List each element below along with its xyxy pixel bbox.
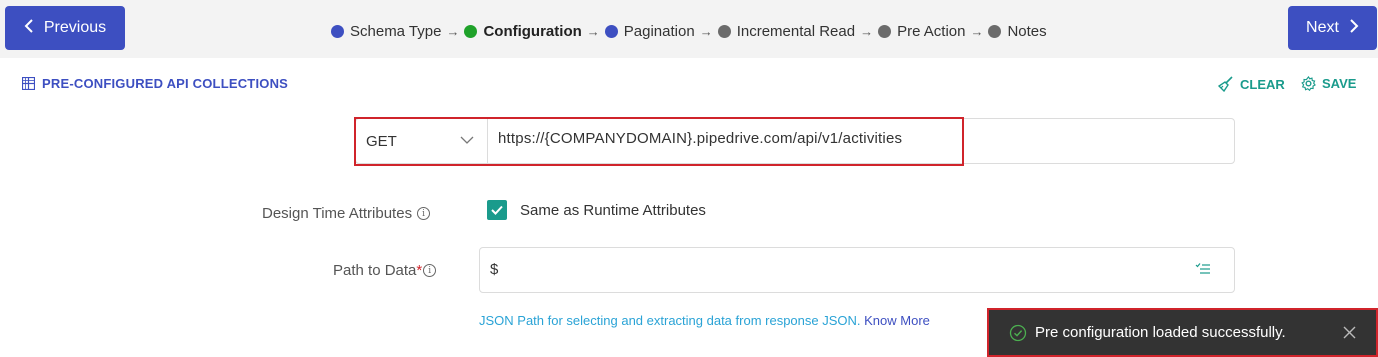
info-icon[interactable]: i [423, 264, 437, 277]
previous-label: Previous [43, 19, 107, 36]
step-arrow: → [699, 23, 713, 39]
http-method-value: GET [366, 132, 397, 150]
gear-icon [1301, 76, 1316, 91]
grid-icon [22, 77, 35, 90]
required-mark: * [416, 262, 423, 279]
step-label: Schema Type [350, 22, 442, 40]
check-circle-icon [1009, 324, 1027, 341]
step-dot [331, 24, 344, 38]
same-as-runtime-label: Same as Runtime Attributes [520, 202, 706, 219]
step-dot [717, 24, 731, 38]
toast-message: Pre configuration loaded successfully. [1035, 324, 1286, 341]
step-notes[interactable]: Notes [988, 22, 1047, 40]
path-to-data-label-text: Path to Data [333, 262, 417, 279]
http-method-select[interactable]: GET [355, 118, 488, 164]
step-label: Pre Action [897, 22, 966, 40]
info-icon[interactable]: i [417, 207, 431, 220]
chevron-right-icon [1349, 18, 1359, 39]
step-arrow: → [860, 23, 874, 39]
clear-button[interactable]: CLEAR [1218, 76, 1285, 92]
same-as-runtime-checkbox[interactable] [487, 200, 507, 220]
path-to-data-input[interactable] [479, 247, 1235, 293]
path-to-data-value: $ [490, 261, 499, 278]
step-pre-action[interactable]: Pre Action [878, 23, 965, 40]
know-more-link[interactable]: Know More [864, 313, 930, 328]
step-dot [604, 24, 618, 38]
step-dot [988, 24, 1002, 38]
chevron-left-icon [24, 18, 34, 39]
url-input[interactable]: https://{COMPANYDOMAIN}.pipedrive.com/ap… [498, 130, 902, 147]
step-incremental-read[interactable]: Incremental Read [717, 22, 856, 40]
wizard-header: Previous Schema Type → Configuration → P… [0, 0, 1378, 58]
preconfigured-collections-label: PRE-CONFIGURED API COLLECTIONS [42, 76, 289, 91]
step-arrow: → [446, 23, 460, 39]
step-dot [878, 24, 892, 38]
save-label: SAVE [1322, 76, 1357, 91]
step-arrow: → [586, 23, 600, 39]
path-hint-text: JSON Path for selecting and extracting d… [479, 313, 861, 328]
chevron-down-icon [459, 132, 475, 152]
step-label: Configuration [483, 22, 582, 40]
design-time-label-text: Design Time Attributes [262, 205, 413, 222]
step-label: Notes [1007, 22, 1047, 40]
save-button[interactable]: SAVE [1301, 76, 1356, 91]
json-path-list-icon[interactable] [1195, 262, 1211, 281]
step-arrow: → [970, 23, 984, 39]
next-button[interactable]: Next [1288, 6, 1377, 50]
previous-button[interactable]: Previous [5, 6, 125, 50]
success-toast: Pre configuration loaded successfully. [987, 308, 1378, 357]
step-pagination[interactable]: Pagination [604, 22, 695, 40]
checkmark-icon [491, 205, 503, 215]
step-dot [464, 24, 478, 38]
path-to-data-label: Path to Data * i [333, 262, 437, 279]
broom-icon [1218, 76, 1233, 92]
step-schema-type[interactable]: Schema Type [331, 23, 441, 40]
clear-label: CLEAR [1240, 76, 1285, 92]
path-hint: JSON Path for selecting and extracting d… [479, 313, 930, 328]
step-label: Incremental Read [736, 22, 856, 40]
wizard-steps: Schema Type → Configuration → Pagination… [331, 20, 1047, 42]
design-time-attributes-label: Design Time Attributes i [262, 205, 431, 222]
preconfigured-collections-link[interactable]: PRE-CONFIGURED API COLLECTIONS [22, 76, 288, 91]
step-configuration[interactable]: Configuration [464, 22, 582, 40]
step-label: Pagination [623, 22, 695, 40]
close-icon[interactable] [1343, 326, 1356, 343]
next-label: Next [1306, 19, 1339, 36]
